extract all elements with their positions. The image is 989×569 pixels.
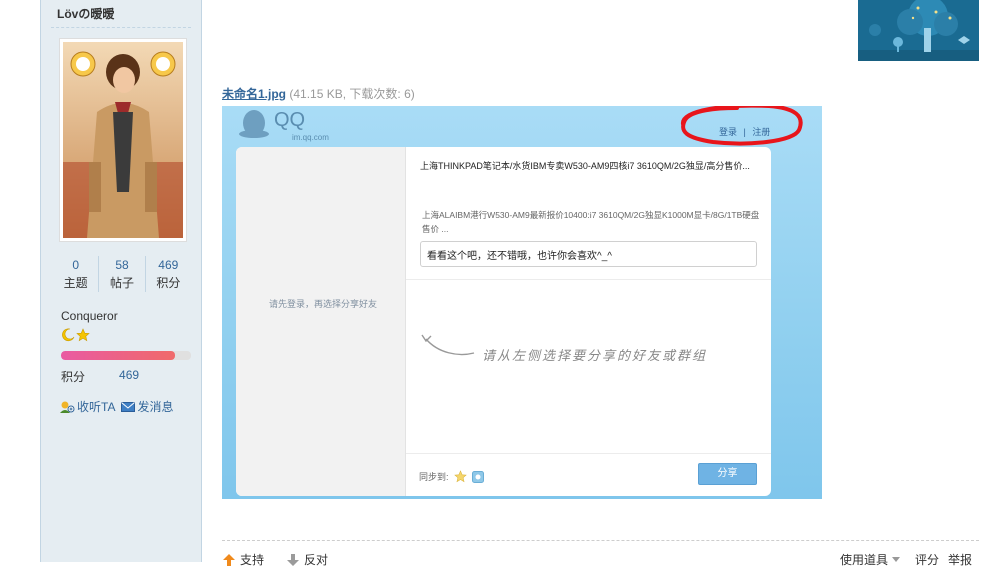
penguin-icon — [239, 110, 269, 138]
use-tools-menu[interactable]: 使用道具 — [840, 551, 901, 568]
share-title: 上海THINKPAD笔记本/水货IBM专卖W530-AM9四核i7 3610QM… — [420, 161, 750, 171]
divider — [406, 279, 771, 280]
credit-value: 469 — [119, 368, 140, 382]
stat-value: 58 — [115, 258, 129, 272]
stat-value: 0 — [72, 258, 79, 272]
username[interactable]: Lövの暧暧 — [57, 5, 114, 22]
moon-icon — [62, 328, 75, 342]
sync-label: 同步到: — [419, 472, 449, 482]
credit-label: 积分 — [61, 370, 86, 384]
star-icon[interactable] — [453, 470, 467, 483]
curved-arrow-icon — [421, 334, 475, 356]
stat-label: 积分 — [156, 276, 181, 290]
divider — [406, 453, 771, 454]
select-friend-hint: 请从左侧选择要分享的好友或群组 — [482, 349, 708, 364]
qq-logo-text: QQ — [274, 109, 306, 131]
envelope-icon — [121, 401, 136, 412]
support-button[interactable]: 支持 — [222, 551, 264, 568]
post-action-bar: 支持 反对 使用道具 评分 举报 — [222, 549, 979, 569]
support-label: 支持 — [240, 553, 265, 567]
follow-button[interactable]: 收听TA — [59, 398, 115, 415]
share-button[interactable]: 分享 — [698, 463, 757, 485]
user-credit: 积分 469 — [61, 368, 139, 385]
stat-topics[interactable]: 0 主题 — [53, 256, 100, 292]
thumb-down-icon — [287, 553, 299, 566]
share-summary: 上海ALAIBM港行W530-AM9最新报价10400:i7 3610QM/2G… — [422, 210, 760, 234]
oppose-button[interactable]: 反对 — [286, 551, 328, 568]
follow-icon — [60, 401, 75, 413]
sync-options: 同步到: — [419, 470, 484, 483]
avatar-image — [63, 42, 183, 238]
qq-logo-subtext: im.qq.com — [292, 133, 329, 142]
user-stats: 0 主题 58 帖子 469 积分 — [53, 256, 191, 292]
attachment-image[interactable]: QQ im.qq.com 登录 | 注册 请先登录，再选择分享好友 上海THIN… — [222, 106, 822, 499]
tree-illustration — [858, 0, 979, 61]
avatar[interactable] — [59, 38, 187, 242]
send-message-button[interactable]: 发消息 — [121, 398, 173, 415]
stat-value: 469 — [158, 258, 179, 272]
attachment-info: 未命名1.jpg (41.15 KB, 下载次数: 6) — [222, 85, 415, 102]
follow-label: 收听TA — [77, 400, 116, 414]
stat-posts[interactable]: 58 帖子 — [99, 256, 146, 292]
oppose-label: 反对 — [304, 553, 329, 567]
user-sidebar: Lövの暧暧 0 主题 58 帖子 469 积分 Conqueror 积分 46… — [40, 0, 202, 562]
friend-list-pane: 请先登录，再选择分享好友 — [236, 147, 406, 496]
stat-credits[interactable]: 469 积分 — [146, 256, 191, 292]
divider — [51, 27, 191, 28]
rank-progress-bar — [61, 351, 191, 360]
divider — [222, 540, 979, 541]
report-label: 举报 — [948, 553, 973, 567]
share-comment-input[interactable]: 看看这个吧，还不错哦，也许你会喜欢^_^ — [420, 241, 757, 267]
qzone-icon[interactable] — [471, 470, 484, 483]
user-rank: Conqueror — [61, 309, 118, 323]
user-actions: 收听TA 发消息 — [59, 398, 173, 415]
rank-icons — [61, 328, 90, 342]
stat-label: 主题 — [63, 276, 88, 290]
login-hint: 请先登录，再选择分享好友 — [269, 299, 378, 309]
red-highlight-circle — [681, 106, 803, 146]
rate-button[interactable]: 评分 — [915, 551, 939, 568]
message-label: 发消息 — [137, 400, 174, 414]
tools-label: 使用道具 — [840, 553, 889, 567]
qq-logo: QQ im.qq.com — [238, 109, 329, 142]
rank-progress-fill — [61, 351, 176, 360]
thumb-up-icon — [223, 553, 235, 566]
report-button[interactable]: 举报 — [948, 551, 972, 568]
stat-label: 帖子 — [109, 276, 134, 290]
star-icon — [76, 328, 90, 342]
attachment-meta: (41.15 KB, 下载次数: 6) — [289, 87, 415, 101]
decorative-thumbnail — [858, 0, 979, 61]
rate-label: 评分 — [915, 553, 940, 567]
share-panel: 请先登录，再选择分享好友 上海THINKPAD笔记本/水货IBM专卖W530-A… — [236, 147, 771, 496]
attachment-link[interactable]: 未命名1.jpg — [222, 87, 286, 101]
